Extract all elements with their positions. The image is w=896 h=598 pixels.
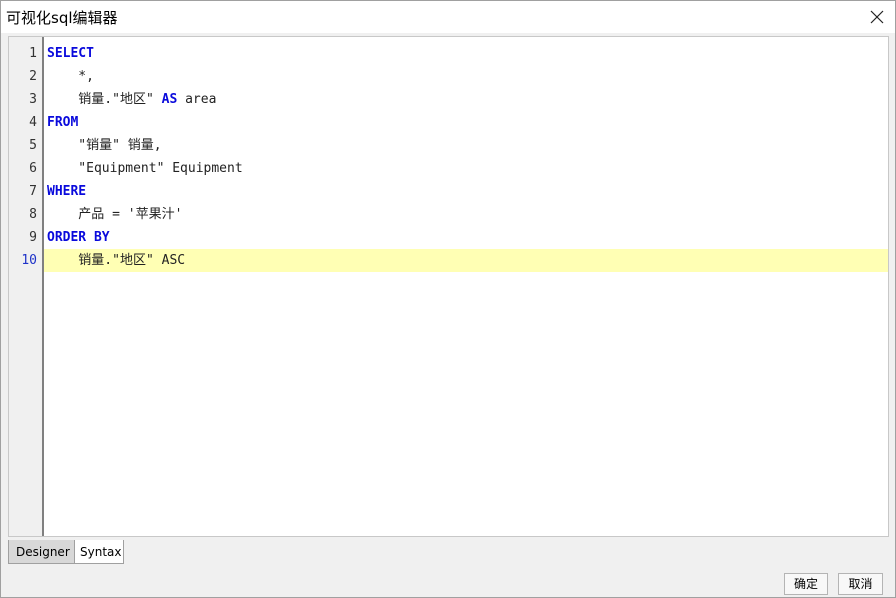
sql-keyword: WHERE xyxy=(47,184,87,199)
sql-keyword: FROM xyxy=(47,115,79,130)
line-number: 7 xyxy=(29,184,37,199)
code-line[interactable]: 销量."地区" AS area xyxy=(44,88,888,111)
cancel-button[interactable]: 取消 xyxy=(838,573,883,595)
code-line[interactable]: FROM xyxy=(44,111,888,134)
sql-text: 销量."地区" xyxy=(47,92,162,107)
sql-text: area xyxy=(177,92,217,107)
line-number: 2 xyxy=(29,69,37,84)
close-button[interactable] xyxy=(863,3,891,31)
line-number-gutter: 1 2 3 4 5 6 7 8 9 10 xyxy=(9,37,44,536)
line-number: 5 xyxy=(29,138,37,153)
sql-text: 销量."地区" ASC xyxy=(47,253,186,268)
line-number: 10 xyxy=(21,253,37,268)
sql-keyword: ORDER BY xyxy=(47,230,110,245)
line-number: 8 xyxy=(29,207,37,222)
sql-keyword: AS xyxy=(161,92,178,107)
code-area[interactable]: SELECT *, 销量."地区" AS area FROM "销量" 销量, "… xyxy=(44,42,888,536)
code-line[interactable]: "Equipment" Equipment xyxy=(44,157,888,180)
code-line[interactable]: SELECT xyxy=(44,42,888,65)
line-number: 4 xyxy=(29,115,37,130)
sql-text: *, xyxy=(47,69,94,84)
tab-designer[interactable]: Designer xyxy=(8,540,75,564)
window-title: 可视化sql编辑器 xyxy=(6,9,118,27)
sql-code-editor[interactable]: 1 2 3 4 5 6 7 8 9 10 SELECT *, 销量."地区" AS area FRO… xyxy=(8,36,889,537)
code-line[interactable]: "销量" 销量, xyxy=(44,134,888,157)
line-number: 9 xyxy=(29,230,37,245)
code-line[interactable]: 销量."地区" ASC xyxy=(44,249,888,272)
ok-button[interactable]: 确定 xyxy=(784,573,828,595)
close-icon xyxy=(870,10,884,24)
line-number: 6 xyxy=(29,161,37,176)
title-bar: 可视化sql编辑器 xyxy=(1,1,895,33)
tab-syntax[interactable]: Syntax xyxy=(75,540,124,564)
sql-text: "Equipment" Equipment xyxy=(47,161,243,176)
sql-editor-dialog: 可视化sql编辑器 1 2 3 4 5 6 7 8 9 10 SELECT *, 销量."地区" … xyxy=(0,0,896,598)
sql-text: 产品 = '苹果汁' xyxy=(47,207,183,222)
code-line[interactable]: WHERE xyxy=(44,180,888,203)
code-line[interactable]: *, xyxy=(44,65,888,88)
line-number: 1 xyxy=(29,46,37,61)
code-line[interactable]: 产品 = '苹果汁' xyxy=(44,203,888,226)
line-number: 3 xyxy=(29,92,37,107)
sql-text: "销量" 销量, xyxy=(47,138,162,153)
sql-keyword: SELECT xyxy=(47,46,94,61)
code-line[interactable]: ORDER BY xyxy=(44,226,888,249)
